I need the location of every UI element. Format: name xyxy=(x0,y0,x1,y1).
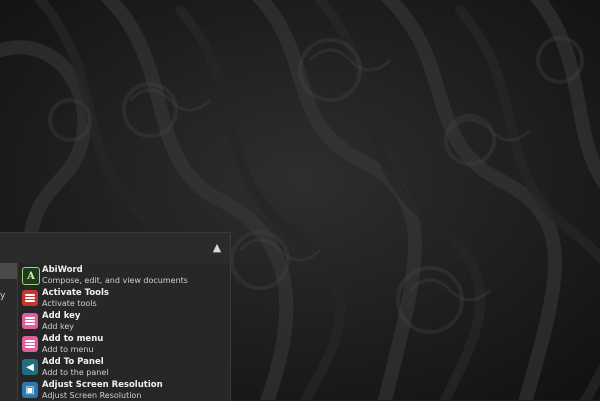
app-name: AbiWord xyxy=(42,265,83,275)
app-item-abiword[interactable]: A AbiWord Compose, edit, and view docume… xyxy=(18,265,230,288)
application-menu: ▲ y A AbiWord Compose, edit, and view do… xyxy=(0,232,231,401)
app-description: Compose, edit, and view documents xyxy=(42,276,188,285)
add-key-icon xyxy=(22,313,38,329)
app-name: Add key xyxy=(42,311,81,321)
add-to-menu-icon xyxy=(22,336,38,352)
screen-resolution-icon: ▣ xyxy=(22,382,38,398)
add-to-panel-icon: ◀ xyxy=(22,359,38,375)
category-list: y xyxy=(0,263,17,401)
app-item-add-to-menu[interactable]: Add to menu Add to menu xyxy=(18,334,230,357)
app-item-activate-tools[interactable]: Activate Tools Activate tools xyxy=(18,288,230,311)
chevron-up-icon[interactable]: ▲ xyxy=(210,241,224,255)
app-item-add-to-panel[interactable]: ◀ Add To Panel Add to the panel xyxy=(18,357,230,380)
category-item[interactable]: y xyxy=(0,288,17,304)
app-item-adjust-screen-resolution[interactable]: ▣ Adjust Screen Resolution Adjust Screen… xyxy=(18,380,230,401)
category-item-selected[interactable] xyxy=(0,263,17,279)
app-description: Activate tools xyxy=(42,299,97,308)
app-name: Activate Tools xyxy=(42,288,109,298)
abiword-icon: A xyxy=(22,267,40,285)
app-name: Add to menu xyxy=(42,334,104,344)
app-item-add-key[interactable]: Add key Add key xyxy=(18,311,230,334)
app-name: Adjust Screen Resolution xyxy=(42,380,163,390)
app-description: Adjust Screen Resolution xyxy=(42,391,142,400)
app-description: Add to menu xyxy=(42,345,94,354)
app-description: Add key xyxy=(42,322,75,331)
app-name: Add To Panel xyxy=(42,357,104,367)
activate-tools-icon xyxy=(22,290,38,306)
application-list: A AbiWord Compose, edit, and view docume… xyxy=(18,263,230,401)
app-description: Add to the panel xyxy=(42,368,109,377)
menu-header: ▲ xyxy=(0,233,230,263)
